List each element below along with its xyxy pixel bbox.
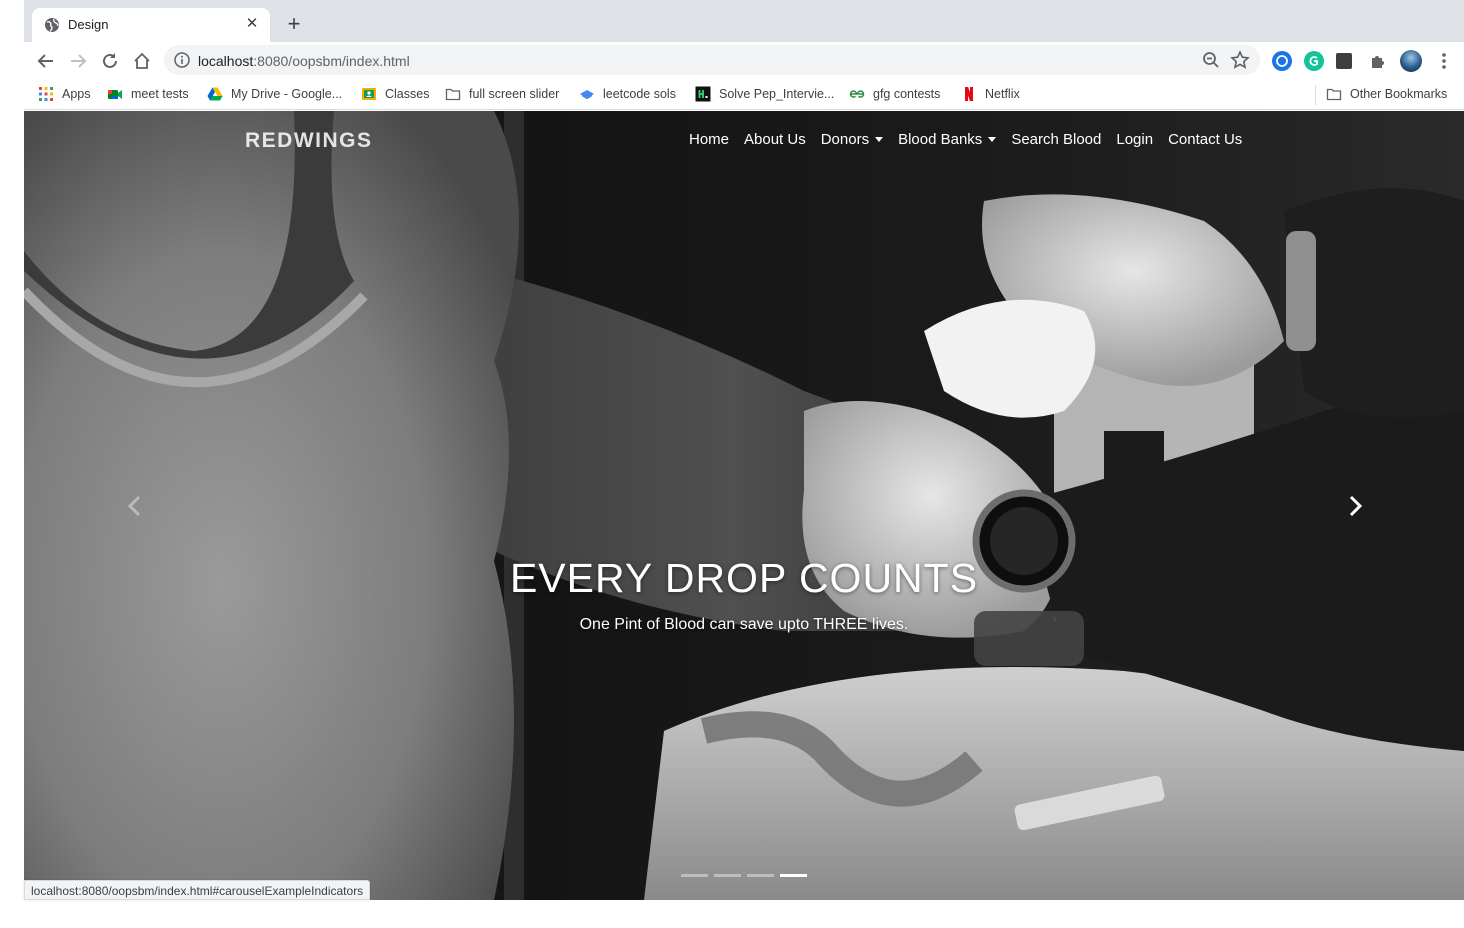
- bookmark-leetcode-sols[interactable]: leetcode sols: [579, 85, 676, 103]
- bookmark-label: full screen slider: [469, 87, 560, 101]
- nav-link-label: Login: [1116, 131, 1154, 148]
- arrow-right-icon: [71, 54, 87, 68]
- bookmark-label: meet tests: [131, 87, 189, 101]
- bookmark-star-icon[interactable]: [1230, 50, 1250, 70]
- bookmark-netflix[interactable]: Netflix: [961, 85, 1020, 103]
- site-brand-logo[interactable]: REDWINGS: [245, 129, 373, 153]
- extension-square-icon[interactable]: [1336, 53, 1352, 69]
- nav-dropdown-donors[interactable]: Donors: [820, 131, 884, 148]
- bookmark-label: gfg contests: [873, 87, 941, 101]
- nav-dropdown-blood-banks[interactable]: Blood Banks: [898, 131, 997, 148]
- back-button[interactable]: [34, 49, 58, 73]
- url-host: localhost: [198, 53, 254, 69]
- carousel-indicator[interactable]: [681, 874, 708, 877]
- carousel-indicator[interactable]: [714, 874, 741, 877]
- close-tab-icon[interactable]: ✕: [244, 16, 260, 32]
- nav-link-label: Blood Banks: [898, 131, 983, 148]
- carousel-indicator[interactable]: [747, 874, 774, 877]
- bookmark-label: Classes: [385, 87, 430, 101]
- browser-tab[interactable]: Design ✕: [32, 8, 270, 42]
- nav-link-label: Home: [689, 131, 730, 148]
- puzzle-icon[interactable]: [1368, 51, 1388, 71]
- zoom-out-icon[interactable]: [1202, 51, 1220, 69]
- hero-subheading: One Pint of Blood can save upto THREE li…: [579, 616, 909, 633]
- home-icon: [134, 52, 150, 69]
- nav-link-label: Donors: [820, 131, 870, 148]
- caret-down-icon: [875, 137, 884, 142]
- forward-button[interactable]: [66, 49, 90, 73]
- bookmark-label: leetcode sols: [603, 87, 676, 101]
- bookmark-apps[interactable]: Apps: [38, 85, 91, 103]
- nav-link-search-blood[interactable]: Search Blood: [1011, 131, 1101, 148]
- reload-button[interactable]: [98, 49, 122, 73]
- url-text: localhost:8080/oopsbm/index.html: [198, 53, 410, 69]
- geeksforgeeks-icon: [849, 90, 865, 98]
- bookmark-label: My Drive - Google...: [231, 87, 343, 101]
- other-bookmarks-label: Other Bookmarks: [1350, 87, 1448, 101]
- bookmarks-separator: [1315, 85, 1316, 105]
- more-menu-icon[interactable]: [1434, 51, 1454, 71]
- bookmark-full-screen-slider[interactable]: full screen slider: [445, 85, 559, 103]
- bookmarks-bar: Apps meet tests My Drive - Google... Cla…: [24, 79, 1464, 110]
- carousel-indicators: [681, 874, 813, 877]
- nav-link-contact-us[interactable]: Contact Us: [1168, 131, 1242, 148]
- nav-link-label: About Us: [744, 131, 806, 148]
- hero-background-image: [24, 111, 1464, 900]
- web-page: REDWINGS Home About Us Donors Blood Bank…: [24, 111, 1464, 900]
- globe-icon: [45, 18, 59, 32]
- apps-grid-icon: [39, 87, 53, 101]
- url-path: :8080/oopsbm/index.html: [253, 53, 410, 69]
- nav-link-about-us[interactable]: About Us: [744, 131, 806, 148]
- extension-icon[interactable]: [1272, 51, 1292, 71]
- folder-icon: [1326, 88, 1342, 101]
- arrow-left-icon: [37, 54, 53, 68]
- bookmark-solve-pep[interactable]: Solve Pep_Intervie...: [695, 85, 834, 103]
- bookmark-label: Apps: [62, 87, 91, 101]
- info-icon[interactable]: [174, 52, 190, 68]
- browser-toolbar: localhost:8080/oopsbm/index.html: [24, 42, 1464, 79]
- bookmark-label: Netflix: [985, 87, 1020, 101]
- hero-heading: EVERY DROP COUNTS: [509, 555, 979, 601]
- address-bar[interactable]: localhost:8080/oopsbm/index.html: [164, 45, 1260, 75]
- grammarly-icon[interactable]: [1304, 51, 1324, 71]
- profile-avatar[interactable]: [1400, 50, 1422, 72]
- nav-link-label: Contact Us: [1168, 131, 1243, 148]
- bookmark-my-drive[interactable]: My Drive - Google...: [207, 85, 342, 103]
- home-button[interactable]: [130, 49, 154, 73]
- bookmark-site-icon: [580, 90, 594, 100]
- carousel-prev-chevron-icon[interactable]: [120, 491, 150, 521]
- folder-icon: [445, 88, 461, 101]
- nav-links: Home About Us Donors Blood Banks Search …: [689, 131, 1257, 148]
- status-bar-url: localhost:8080/oopsbm/index.html#carouse…: [24, 880, 371, 900]
- bookmark-label: Solve Pep_Intervie...: [719, 87, 835, 101]
- carousel-indicator[interactable]: [780, 874, 807, 877]
- browser-window: Design ✕ + localhost:8080/oopsbm/index.h…: [24, 0, 1464, 928]
- tab-title: Design: [68, 17, 109, 32]
- hackerrank-icon: [695, 86, 711, 102]
- google-drive-icon: [207, 87, 223, 101]
- google-meet-icon: [108, 90, 122, 99]
- caret-down-icon: [988, 137, 997, 142]
- carousel-next-chevron-icon[interactable]: [1340, 491, 1370, 521]
- new-tab-button[interactable]: +: [282, 13, 306, 37]
- reload-icon: [103, 53, 117, 68]
- tab-strip: Design ✕ +: [24, 0, 1464, 42]
- nav-link-home[interactable]: Home: [689, 131, 729, 148]
- bookmark-classes[interactable]: Classes: [361, 85, 429, 103]
- netflix-icon: [965, 87, 973, 101]
- google-classroom-icon: [362, 88, 376, 100]
- nav-link-label: Search Blood: [1011, 131, 1102, 148]
- site-navbar: REDWINGS Home About Us Donors Blood Bank…: [24, 111, 1464, 169]
- bookmark-gfg-contests[interactable]: gfg contests: [849, 85, 940, 103]
- other-bookmarks[interactable]: Other Bookmarks: [1326, 85, 1447, 103]
- nav-link-login[interactable]: Login: [1116, 131, 1153, 148]
- carousel-caption: EVERY DROP COUNTS One Pint of Blood can …: [24, 555, 1464, 634]
- bookmark-meet-tests[interactable]: meet tests: [107, 85, 189, 103]
